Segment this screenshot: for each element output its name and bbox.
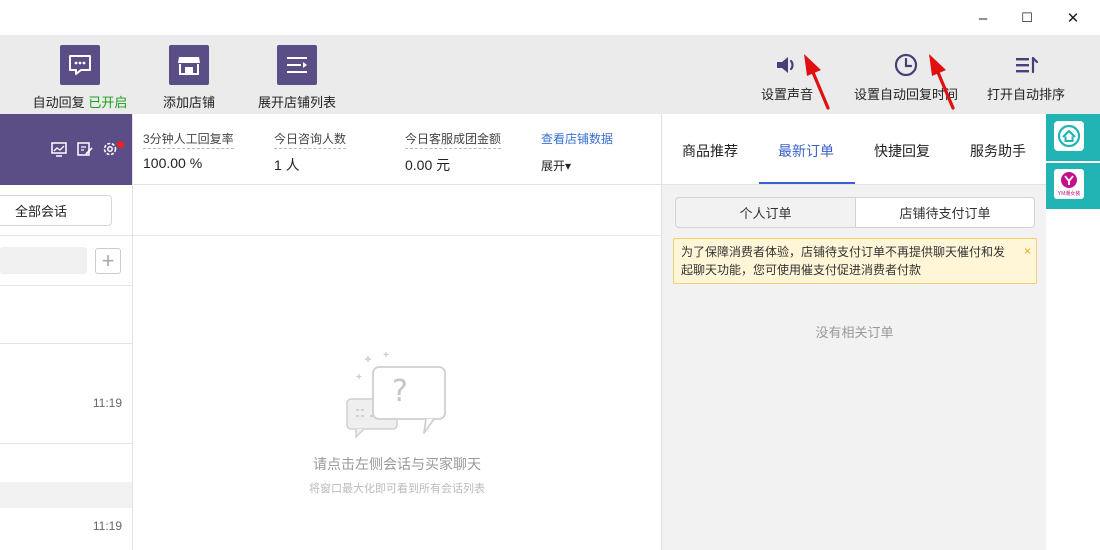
consult-count-value: 1 人 bbox=[274, 157, 300, 173]
empty-orders-text: 没有相关订单 bbox=[815, 325, 894, 340]
session-search-input[interactable] bbox=[0, 247, 87, 274]
tab-quick-reply[interactable]: 快捷回复 bbox=[874, 141, 930, 161]
personal-orders-button[interactable]: 个人订单 bbox=[676, 198, 855, 227]
view-shop-data-link[interactable]: 查看店铺数据 bbox=[541, 130, 613, 147]
question-mark-icon: ? bbox=[392, 374, 408, 409]
sort-list-icon bbox=[1013, 52, 1039, 78]
add-shop-label: 添加店铺 bbox=[162, 95, 215, 110]
clock-icon bbox=[893, 52, 919, 78]
shop-stats-bar: 3分钟人工回复率 100.00 % 今日咨询人数 1 人 今日客服成团金额 0.… bbox=[133, 114, 661, 185]
tab-latest-orders[interactable]: 最新订单 bbox=[778, 141, 834, 161]
expand-stats-dropdown[interactable]: 展开▾ bbox=[541, 157, 571, 174]
add-session-button[interactable]: + bbox=[95, 248, 121, 274]
list-expand-icon bbox=[277, 45, 317, 85]
deal-amount-value: 0.00 元 bbox=[405, 157, 451, 173]
auto-reply-label: 自动回复 已开启 bbox=[32, 95, 128, 110]
order-type-switch: 个人订单 店铺待支付订单 bbox=[675, 197, 1035, 228]
maximize-button[interactable]: ☐ bbox=[1012, 6, 1042, 30]
notification-dot bbox=[117, 141, 124, 148]
tab-service-assistant[interactable]: 服务助手 bbox=[970, 141, 1026, 161]
expand-shop-list-button[interactable]: 展开店铺列表 bbox=[252, 35, 342, 111]
empty-chat-hint: 将窗口最大化即可看到所有会话列表 bbox=[309, 483, 485, 495]
auto-sort-button[interactable]: 打开自动排序 bbox=[980, 35, 1072, 103]
set-auto-reply-time-button[interactable]: 设置自动回复时间 bbox=[846, 35, 966, 103]
all-sessions-button[interactable]: 全部会话 bbox=[0, 195, 112, 226]
shop-pending-orders-button[interactable]: 店铺待支付订单 bbox=[855, 198, 1034, 227]
reply-rate-value: 100.00 % bbox=[143, 155, 203, 171]
consult-count-label: 今日咨询人数 bbox=[274, 130, 347, 149]
edit-note-icon[interactable] bbox=[76, 140, 94, 158]
set-auto-reply-time-label: 设置自动回复时间 bbox=[853, 87, 958, 102]
chat-bubble-icon bbox=[60, 45, 100, 85]
expand-shop-list-label: 展开店铺列表 bbox=[257, 95, 336, 110]
empty-chat-title: 请点击左侧会话与买家聊天 bbox=[313, 456, 481, 472]
shop-logo-icon bbox=[1061, 172, 1077, 188]
close-button[interactable]: ✕ bbox=[1058, 6, 1088, 30]
auto-reply-status: 已开启 bbox=[88, 95, 128, 110]
shop-logo[interactable]: YM潮女装 bbox=[1054, 169, 1084, 199]
session-time: 11:19 bbox=[92, 519, 122, 533]
session-item-selected[interactable] bbox=[0, 482, 132, 508]
auto-sort-label: 打开自动排序 bbox=[986, 87, 1065, 102]
session-panel: 全部会话 + 11:19 11:19 bbox=[0, 114, 133, 550]
set-sound-label: 设置声音 bbox=[760, 87, 813, 102]
shop-logo-text: YM潮女装 bbox=[1057, 191, 1081, 197]
tab-product-recommend[interactable]: 商品推荐 bbox=[682, 141, 738, 161]
speaker-icon bbox=[774, 52, 800, 78]
deal-amount-label: 今日客服成团金额 bbox=[405, 130, 502, 149]
session-time: 11:19 bbox=[92, 396, 122, 410]
pending-payment-notice: 为了保障消费者体验，店铺待支付订单不再提供聊天催付和发起聊天功能，您可使用催支付… bbox=[673, 238, 1037, 284]
chat-area: ? 请点击左侧会话与买家聊天 将窗口最大化即可看到所有会话列表 bbox=[133, 186, 661, 550]
shop-home-icon[interactable] bbox=[1054, 121, 1084, 151]
notice-text: 为了保障消费者体验，店铺待支付订单不再提供聊天催付和发起聊天功能，您可使用催支付… bbox=[681, 245, 1006, 277]
set-sound-button[interactable]: 设置声音 bbox=[752, 35, 822, 103]
assistant-tabs: 商品推荐 最新订单 快捷回复 服务助手 bbox=[662, 114, 1047, 185]
chart-icon[interactable] bbox=[50, 140, 68, 158]
auto-reply-button[interactable]: 自动回复 已开启 bbox=[30, 35, 130, 111]
session-panel-header bbox=[0, 114, 132, 185]
storefront-icon bbox=[169, 45, 209, 85]
active-tab-indicator bbox=[759, 182, 855, 184]
notice-close-icon[interactable]: × bbox=[1024, 242, 1031, 260]
add-shop-button[interactable]: 添加店铺 bbox=[155, 35, 223, 111]
reply-rate-label: 3分钟人工回复率 bbox=[143, 130, 234, 149]
minimize-button[interactable]: – bbox=[968, 6, 998, 30]
assistant-panel: 商品推荐 最新订单 快捷回复 服务助手 个人订单 店铺待支付订单 为了保障消费者… bbox=[661, 114, 1047, 550]
shop-switcher-strip: YM潮女装 bbox=[1046, 114, 1100, 550]
title-bar: – ☐ ✕ bbox=[0, 0, 1100, 35]
toolbar: 自动回复 已开启 添加店铺 展开店铺列表 设置声音 设置自动回复时间 打开自动排… bbox=[0, 35, 1100, 114]
